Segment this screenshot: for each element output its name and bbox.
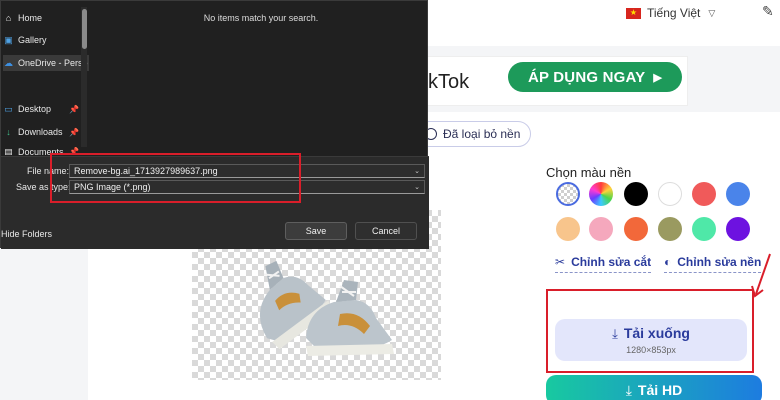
swatch-olive[interactable] xyxy=(658,217,682,241)
nav-item-label: OneDrive - Perso xyxy=(18,58,88,68)
nav-scroll-thumb[interactable] xyxy=(82,9,87,49)
download-icon: ↓ xyxy=(6,127,11,137)
swatch-white[interactable] xyxy=(658,182,682,206)
pin-icon: 📌 xyxy=(69,127,79,137)
navigation-pane: ⌂ Home ▣ Gallery ☁ OneDrive - Perso ▭ De… xyxy=(1,1,91,155)
banner-text: kTok xyxy=(428,71,470,93)
sneakers-image xyxy=(259,260,394,356)
desktop-icon: ▭ xyxy=(4,103,13,114)
nav-item-desktop[interactable]: ▭ Desktop 📌 xyxy=(3,101,89,117)
document-icon: ▤ xyxy=(4,147,13,155)
background-color-title: Chọn màu nền xyxy=(546,165,632,180)
chevron-down-icon[interactable]: ⌄ xyxy=(414,182,420,193)
nav-item-home[interactable]: ⌂ Home xyxy=(3,10,89,26)
chevron-down-icon[interactable]: ⌄ xyxy=(414,166,420,177)
cancel-button[interactable]: Cancel xyxy=(355,222,417,240)
vietnam-flag-icon: ★ xyxy=(626,7,641,19)
edit-cut-link[interactable]: ✂ Chỉnh sửa cắt xyxy=(555,255,652,273)
gallery-icon: ▣ xyxy=(4,34,13,45)
nav-item-label: Desktop xyxy=(18,104,52,114)
download-button[interactable]: ⤓ Tải xuống 1280×853px xyxy=(555,319,747,361)
swatch-rainbow[interactable] xyxy=(589,182,613,206)
cloud-icon: ☁ xyxy=(4,57,13,68)
download-size: 1280×853px xyxy=(626,345,676,355)
nav-item-label: Gallery xyxy=(18,35,47,45)
nav-item-gallery[interactable]: ▣ Gallery xyxy=(3,32,89,48)
save-button[interactable]: Save xyxy=(285,222,347,240)
play-arrow-icon: ▶ xyxy=(653,71,663,84)
nav-item-label: Home xyxy=(18,13,43,23)
apply-now-button[interactable]: ÁP DỤNG NGAY ▶ xyxy=(508,62,682,92)
edit-cut-label: Chỉnh sửa cắt xyxy=(571,255,652,269)
filename-highlight-box xyxy=(50,153,301,203)
save-as-dialog: ⌂ Home ▣ Gallery ☁ OneDrive - Perso ▭ De… xyxy=(0,0,429,249)
half-circle-icon: ◐ xyxy=(664,255,672,269)
swatch-black[interactable] xyxy=(624,182,648,206)
home-icon: ⌂ xyxy=(5,13,12,23)
edit-icon[interactable]: ✎ xyxy=(762,3,774,20)
pin-icon: 📌 xyxy=(69,104,79,114)
nav-item-downloads[interactable]: ↓ Downloads 📌 xyxy=(3,124,89,140)
download-label: Tải xuống xyxy=(623,325,690,341)
swatch-purple[interactable] xyxy=(726,217,750,241)
removed-tag-label: Đã loại bỏ nền xyxy=(443,127,521,141)
edit-background-label: Chỉnh sửa nền xyxy=(677,255,762,269)
nav-item-onedrive[interactable]: ☁ OneDrive - Perso xyxy=(3,55,89,71)
chevron-down-icon: ▽ xyxy=(708,7,716,18)
download-hd-label: Tải HD xyxy=(637,382,683,398)
swatch-pink[interactable] xyxy=(589,217,613,241)
swatch-blue[interactable] xyxy=(726,182,750,206)
nav-item-label: Downloads xyxy=(18,127,63,137)
swatch-mint[interactable] xyxy=(692,217,716,241)
language-selector[interactable]: ★ Tiếng Việt ▽ xyxy=(626,5,715,21)
red-arrow-annotation xyxy=(751,253,771,298)
hide-folders-toggle[interactable]: Hide Folders xyxy=(1,229,52,239)
empty-search-message: No items match your search. xyxy=(203,13,319,23)
background-removed-tag[interactable]: Đã loại bỏ nền xyxy=(416,121,532,147)
download-hd-button[interactable]: ⤓ Tải HD xyxy=(546,375,762,400)
swatch-peach[interactable] xyxy=(556,217,580,241)
download-icon: ⤓ xyxy=(612,326,618,341)
language-label: Tiếng Việt xyxy=(647,6,701,20)
swatch-transparent[interactable] xyxy=(556,182,580,206)
download-icon: ⤓ xyxy=(625,381,632,398)
edit-background-link[interactable]: ◐ Chỉnh sửa nền xyxy=(664,255,762,273)
download-label-row: ⤓ Tải xuống xyxy=(555,325,747,342)
swatch-orange[interactable] xyxy=(624,217,648,241)
apply-now-label: ÁP DỤNG NGAY xyxy=(527,68,646,86)
swatch-red[interactable] xyxy=(692,182,716,206)
scissors-icon: ✂ xyxy=(555,255,566,269)
